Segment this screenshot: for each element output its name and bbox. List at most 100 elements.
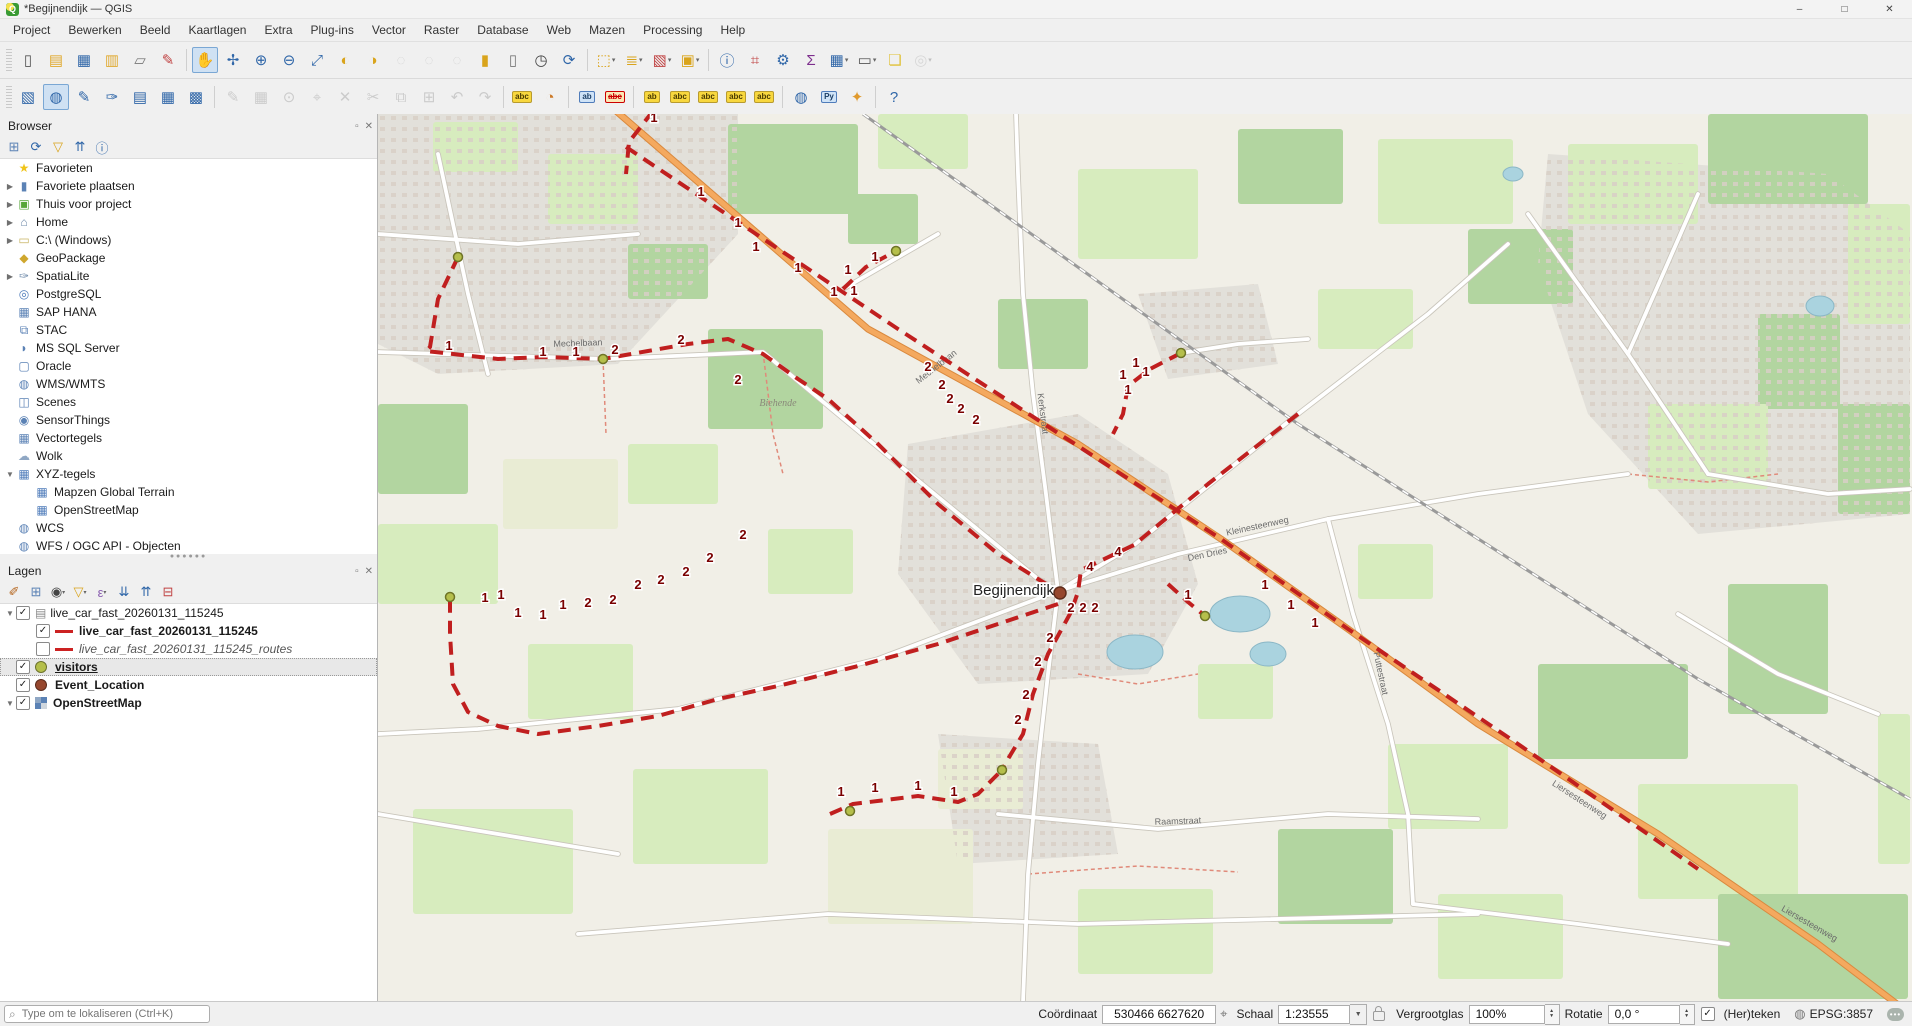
collapse-all-layers-icon[interactable]: ⇈ bbox=[136, 582, 156, 602]
map-canvas[interactable]: MechelbaanKleinesteenwegPuttestraatRaams… bbox=[378, 114, 1912, 1002]
filter-browser-icon[interactable]: ▽ bbox=[48, 137, 68, 157]
rotation-spinner[interactable]: ▲▼ bbox=[1680, 1004, 1695, 1025]
new-print-layout-icon[interactable]: ▱ bbox=[127, 47, 153, 73]
browser-item-favorieten[interactable]: ★Favorieten bbox=[0, 159, 377, 177]
collapsed-arrow-icon[interactable]: ▶ bbox=[4, 218, 16, 227]
collapsed-arrow-icon[interactable]: ▶ bbox=[4, 182, 16, 191]
highlight-pinned-labels-icon[interactable]: abc bbox=[667, 84, 693, 110]
render-toggle[interactable]: ✓ (Her)teken bbox=[1701, 1007, 1781, 1021]
filter-by-expression-icon[interactable]: ε▾ bbox=[92, 582, 112, 602]
toggle-extents-icon[interactable]: ⌖ bbox=[1220, 1006, 1227, 1022]
browser-close-button[interactable]: ✕ bbox=[365, 121, 373, 132]
select-features-dropdown-icon[interactable]: ▾ bbox=[612, 56, 616, 64]
browser-item-home[interactable]: ▶⌂Home bbox=[0, 213, 377, 231]
deselect-all-dropdown-icon[interactable]: ▾ bbox=[668, 56, 672, 64]
statistics-icon[interactable]: Σ bbox=[798, 47, 824, 73]
browser-item-xyz-tegels[interactable]: ▼▦XYZ-tegels bbox=[0, 465, 377, 483]
show-bookmarks-icon[interactable]: ▯ bbox=[500, 47, 526, 73]
label-single-icon[interactable]: ab bbox=[574, 84, 600, 110]
zoom-to-selection-icon[interactable]: ◐ bbox=[332, 47, 358, 73]
layer-checkbox[interactable]: ✓ bbox=[16, 606, 30, 620]
menu-beeld[interactable]: Beeld bbox=[131, 20, 180, 40]
browser-item-sap-hana[interactable]: ▦SAP HANA bbox=[0, 303, 377, 321]
identify-features-icon[interactable]: ⓘ bbox=[714, 47, 740, 73]
plugin-manager-icon[interactable]: ✦ bbox=[844, 84, 870, 110]
browser-item-spatialite[interactable]: ▶✑SpatiaLite bbox=[0, 267, 377, 285]
help-contents-icon[interactable]: ? bbox=[881, 84, 907, 110]
locator-search[interactable]: ⌕ bbox=[4, 1005, 210, 1023]
browser-item-openstreetmap[interactable]: ▦OpenStreetMap bbox=[0, 501, 377, 519]
new-shapefile-layer-icon[interactable]: ✎ bbox=[71, 84, 97, 110]
new-mesh-layer-icon[interactable]: ▤ bbox=[127, 84, 153, 110]
menu-kaartlagen[interactable]: Kaartlagen bbox=[179, 20, 255, 40]
pan-to-selection-icon[interactable]: ✢ bbox=[220, 47, 246, 73]
layer-item-live-car-fast-20260131-115245[interactable]: ▼✓▤live_car_fast_20260131_115245 bbox=[0, 604, 377, 622]
browser-float-button[interactable]: ▫ bbox=[355, 121, 359, 132]
new-gpx-layer-icon[interactable]: ▦ bbox=[155, 84, 181, 110]
new-project-icon[interactable]: ▯ bbox=[15, 47, 41, 73]
remove-layer-icon[interactable]: ⊟ bbox=[158, 582, 178, 602]
layer-checkbox[interactable]: ✓ bbox=[16, 660, 30, 674]
add-selected-layers-icon[interactable]: ⊞ bbox=[4, 137, 24, 157]
pan-map-icon[interactable]: ✋ bbox=[192, 47, 218, 73]
new-spatialite-layer-icon[interactable]: ✑ bbox=[99, 84, 125, 110]
menu-database[interactable]: Database bbox=[468, 20, 537, 40]
expanded-arrow-icon[interactable]: ▼ bbox=[4, 470, 16, 479]
browser-item-stac[interactable]: ⧉STAC bbox=[0, 321, 377, 339]
layer-item-live-car-fast-20260131-115245[interactable]: ✓live_car_fast_20260131_115245 bbox=[0, 622, 377, 640]
browser-properties-icon[interactable]: ⓘ bbox=[92, 137, 112, 157]
pin-labels-icon[interactable]: ab bbox=[639, 84, 665, 110]
rotation-value[interactable]: 0,0 ° bbox=[1608, 1005, 1680, 1024]
messages-balloon-icon[interactable]: ••• bbox=[1887, 1008, 1904, 1021]
python-console-icon[interactable]: Py bbox=[816, 84, 842, 110]
minimize-button[interactable]: – bbox=[1777, 0, 1822, 18]
select-all-icon[interactable]: ▣▾ bbox=[677, 47, 703, 73]
browser-item-ms-sql-server[interactable]: ◗MS SQL Server bbox=[0, 339, 377, 357]
attribute-table-icon[interactable]: ▦▾ bbox=[826, 47, 852, 73]
layer-checkbox[interactable] bbox=[36, 642, 50, 656]
menu-web[interactable]: Web bbox=[538, 20, 580, 40]
rotate-label-icon[interactable]: abc bbox=[723, 84, 749, 110]
map-tips-icon[interactable]: ❏ bbox=[882, 47, 908, 73]
measure-line-icon[interactable]: ▭▾ bbox=[854, 47, 880, 73]
layer-checkbox[interactable]: ✓ bbox=[16, 696, 30, 710]
collapsed-arrow-icon[interactable]: ▶ bbox=[4, 236, 16, 245]
expanded-arrow-icon[interactable]: ▼ bbox=[4, 699, 16, 708]
expand-all-icon[interactable]: ⇊ bbox=[114, 582, 134, 602]
expanded-arrow-icon[interactable]: ▼ bbox=[4, 609, 16, 618]
close-button[interactable]: ✕ bbox=[1867, 0, 1912, 18]
coordinate-value[interactable]: 530466 6627620 bbox=[1102, 1005, 1216, 1024]
layers-float-button[interactable]: ▫ bbox=[355, 566, 359, 577]
move-label-icon[interactable]: abc bbox=[695, 84, 721, 110]
zoom-in-icon[interactable]: ⊕ bbox=[248, 47, 274, 73]
menu-processing[interactable]: Processing bbox=[634, 20, 711, 40]
browser-item-wms-wmts[interactable]: ◍WMS/WMTS bbox=[0, 375, 377, 393]
collapse-all-icon[interactable]: ⇈ bbox=[70, 137, 90, 157]
collapsed-arrow-icon[interactable]: ▶ bbox=[4, 272, 16, 281]
browser-item-sensorthings[interactable]: ◉SensorThings bbox=[0, 411, 377, 429]
new-bookmark-icon[interactable]: ▮ bbox=[472, 47, 498, 73]
temporal-controller-icon[interactable]: ◷ bbox=[528, 47, 554, 73]
new-map-view-dropdown-icon[interactable]: ▾ bbox=[928, 56, 932, 64]
layer-checkbox[interactable]: ✓ bbox=[36, 624, 50, 638]
scale-dropdown-button[interactable]: ▼ bbox=[1350, 1004, 1367, 1025]
menu-bewerken[interactable]: Bewerken bbox=[59, 20, 130, 40]
refresh-browser-icon[interactable]: ⟳ bbox=[26, 137, 46, 157]
label-unplaced-icon[interactable]: abc bbox=[602, 84, 628, 110]
menu-vector[interactable]: Vector bbox=[363, 20, 415, 40]
render-checkbox[interactable]: ✓ bbox=[1701, 1007, 1715, 1021]
filter-legend-icon[interactable]: ▽▾ bbox=[70, 582, 90, 602]
menu-raster[interactable]: Raster bbox=[415, 20, 468, 40]
add-group-icon[interactable]: ⊞ bbox=[26, 582, 46, 602]
add-layer-icon[interactable]: ◍ bbox=[43, 84, 69, 110]
scale-combobox[interactable]: 1:23555 bbox=[1278, 1005, 1350, 1024]
browser-item-wcs[interactable]: ◍WCS bbox=[0, 519, 377, 537]
open-layer-styling-icon[interactable]: ✐ bbox=[4, 582, 24, 602]
manage-map-themes-icon[interactable]: ◉▾ bbox=[48, 582, 68, 602]
menu-extra[interactable]: Extra bbox=[255, 20, 301, 40]
style-manager-icon[interactable]: ✎ bbox=[155, 47, 181, 73]
select-by-value-icon[interactable]: ≣▾ bbox=[621, 47, 647, 73]
open-project-icon[interactable]: ▤ bbox=[43, 47, 69, 73]
field-calculator-icon[interactable]: ⌗ bbox=[742, 47, 768, 73]
select-by-value-dropdown-icon[interactable]: ▾ bbox=[639, 56, 643, 64]
